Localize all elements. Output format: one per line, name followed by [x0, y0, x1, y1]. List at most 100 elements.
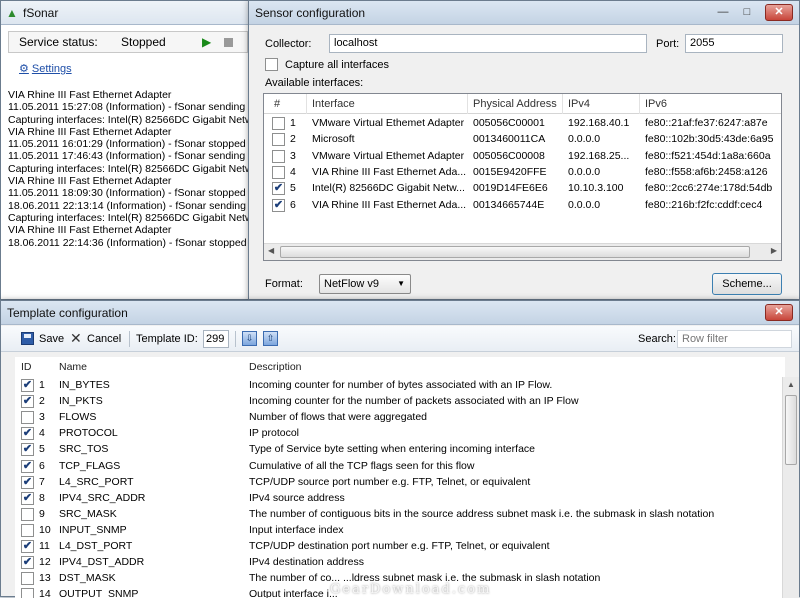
template-field-row[interactable]: 10 INPUT_SNMP Input interface index: [15, 523, 785, 539]
format-label: Format:: [265, 278, 303, 290]
field-checkbox[interactable]: [21, 572, 34, 586]
template-field-row[interactable]: 3 FLOWS Number of flows that were aggregat…: [15, 410, 785, 426]
template-close-icon[interactable]: ✕: [765, 304, 793, 321]
sensor-close-icon[interactable]: ✕: [765, 4, 793, 21]
field-name: SRC_TOS: [59, 443, 109, 456]
settings-link[interactable]: ⚙ Settings: [19, 62, 72, 75]
col-id[interactable]: ID: [21, 361, 32, 373]
col-interface[interactable]: Interface: [312, 98, 355, 110]
template-fields-table[interactable]: ID Name Description ✔ 1 IN_BYTES Incoming c…: [15, 357, 785, 598]
interface-ipv4: 0.0.0.0: [568, 198, 601, 211]
template-vscrollbar[interactable]: ▲: [782, 377, 799, 598]
cancel-button[interactable]: Cancel: [87, 333, 121, 345]
export-icon[interactable]: ⇧: [263, 331, 278, 346]
interface-checkbox[interactable]: ✔: [272, 198, 285, 212]
template-field-row[interactable]: ✔ 1 IN_BYTES Incoming counter for number of…: [15, 378, 785, 394]
field-id: 12: [39, 556, 51, 569]
field-id: 5: [39, 443, 45, 456]
interface-ipv6: fe80::21af:fe37:6247:a87e: [645, 117, 768, 129]
start-service-icon[interactable]: ▶: [202, 35, 211, 49]
port-input[interactable]: 2055: [685, 34, 783, 53]
field-description: Incoming counter for the number of packe…: [249, 395, 579, 408]
template-field-row[interactable]: 9 SRC_MASK The number of contiguous bits i…: [15, 507, 785, 523]
save-button[interactable]: Save: [39, 333, 64, 345]
col-num[interactable]: #: [274, 98, 280, 110]
search-label: Search:: [638, 333, 676, 345]
field-checkbox[interactable]: ✔: [21, 459, 34, 473]
field-checkbox[interactable]: ✔: [21, 556, 34, 570]
field-checkbox[interactable]: ✔: [21, 443, 34, 457]
field-checkbox[interactable]: ✔: [21, 475, 34, 489]
toolbar-separator: [235, 331, 236, 347]
interface-checkbox[interactable]: [272, 165, 285, 179]
interfaces-hscrollbar[interactable]: ◀ ▶: [264, 243, 781, 260]
stop-service-icon[interactable]: [224, 38, 233, 47]
field-id: 1: [39, 379, 45, 391]
col-description[interactable]: Description: [249, 361, 302, 373]
sensor-titlebar[interactable]: Sensor configuration — □ ✕: [249, 1, 799, 25]
interface-ipv4: 0.0.0.0: [568, 165, 601, 178]
event-log[interactable]: VIA Rhine III Fast Ethernet Adapter 11.0…: [8, 89, 251, 259]
interface-row[interactable]: 3 VMware Virtual Ethemet Adapter 005056C00…: [264, 149, 781, 165]
template-field-row[interactable]: ✔ 5 SRC_TOS Type of Service byte setting wh…: [15, 442, 785, 458]
collector-input[interactable]: localhost: [329, 34, 647, 53]
field-checkbox[interactable]: ✔: [21, 427, 34, 441]
interface-num: 5: [290, 182, 296, 195]
field-description: Cumulative of all the TCP flags seen for…: [249, 459, 475, 472]
field-checkbox[interactable]: ✔: [21, 540, 34, 553]
interface-row[interactable]: 4 VIA Rhine III Fast Ethernet Ada... 0015E…: [264, 165, 781, 181]
cancel-icon[interactable]: ✕: [70, 330, 82, 347]
field-checkbox[interactable]: [21, 507, 34, 521]
template-field-row[interactable]: ✔ 6 TCP_FLAGS Cumulative of all the TCP fla…: [15, 459, 785, 475]
interface-checkbox[interactable]: ✔: [272, 182, 285, 196]
field-checkbox[interactable]: ✔: [21, 491, 34, 505]
maximize-icon[interactable]: □: [735, 4, 759, 21]
template-field-row[interactable]: ✔ 12 IPV4_DST_ADDR IPv4 destination address: [15, 555, 785, 571]
col-name[interactable]: Name: [59, 361, 87, 373]
template-titlebar[interactable]: Template configuration ✕: [1, 301, 799, 325]
template-field-row[interactable]: ✔ 11 L4_DST_PORT TCP/UDP destination port n…: [15, 539, 785, 555]
col-physical-address[interactable]: Physical Address: [473, 98, 557, 110]
scheme-button[interactable]: Scheme...: [712, 273, 782, 295]
col-ipv6[interactable]: IPv6: [645, 98, 667, 110]
fsonar-titlebar[interactable]: ▲ fSonar: [1, 1, 249, 25]
interface-row[interactable]: 2 Microsoft 0013460011CA 0.0.0.0 fe80::102b:…: [264, 132, 781, 148]
template-id-label: Template ID:: [136, 333, 198, 345]
field-checkbox[interactable]: [21, 411, 34, 425]
template-field-row[interactable]: ✔ 8 IPV4_SRC_ADDR IPv4 source address: [15, 491, 785, 507]
capture-all-checkbox[interactable]: [265, 58, 278, 71]
hscroll-thumb[interactable]: [280, 246, 750, 258]
interface-checkbox[interactable]: [272, 133, 285, 147]
minimize-icon[interactable]: —: [711, 4, 735, 21]
field-checkbox[interactable]: ✔: [21, 379, 34, 392]
interface-ipv6: fe80::216b:f2fc:cddf:cec4: [645, 198, 763, 211]
col-ipv4[interactable]: IPv4: [568, 98, 590, 110]
scroll-right-icon[interactable]: ▶: [771, 246, 777, 255]
log-line: VIA Rhine III Fast Ethernet Adapter: [8, 224, 172, 237]
template-field-row[interactable]: ✔ 4 PROTOCOL IP protocol: [15, 426, 785, 442]
search-input[interactable]: Row filter: [677, 330, 792, 348]
scroll-up-icon[interactable]: ▲: [787, 380, 795, 389]
field-id: 6: [39, 459, 45, 472]
field-id: 4: [39, 427, 45, 440]
interfaces-list[interactable]: # Interface Physical Address IPv4 IPv6 1…: [263, 93, 782, 261]
log-line: 11.05.2011 16:01:29 (Information) - fSon…: [8, 138, 251, 151]
save-icon[interactable]: [21, 332, 34, 345]
interface-ipv6: fe80::2cc6:274e:178d:54db: [645, 182, 773, 195]
template-id-input[interactable]: 299: [203, 330, 229, 348]
log-line: 18.06.2011 22:14:36 (Information) - fSon…: [8, 236, 251, 249]
field-checkbox[interactable]: [21, 523, 34, 537]
scroll-left-icon[interactable]: ◀: [268, 246, 274, 255]
template-field-row[interactable]: ✔ 7 L4_SRC_PORT TCP/UDP source port number …: [15, 475, 785, 491]
interface-checkbox[interactable]: [272, 149, 285, 163]
interface-checkbox[interactable]: [272, 117, 285, 130]
import-icon[interactable]: ⇩: [242, 331, 257, 346]
field-checkbox[interactable]: ✔: [21, 395, 34, 409]
interface-row[interactable]: ✔ 5 Intel(R) 82566DC Gigabit Netw... 0019D1…: [264, 181, 781, 197]
template-field-row[interactable]: ✔ 2 IN_PKTS Incoming counter for the number…: [15, 394, 785, 410]
interface-row[interactable]: 1 VMware Virtual Ethemet Adapter 005056C00…: [264, 116, 781, 132]
interface-row[interactable]: ✔ 6 VIA Rhine III Fast Ethernet Ada... 0013…: [264, 198, 781, 214]
format-select[interactable]: NetFlow v9 ▼: [319, 274, 411, 294]
capture-all-label: Capture all interfaces: [285, 59, 389, 71]
vscroll-thumb[interactable]: [785, 395, 797, 465]
